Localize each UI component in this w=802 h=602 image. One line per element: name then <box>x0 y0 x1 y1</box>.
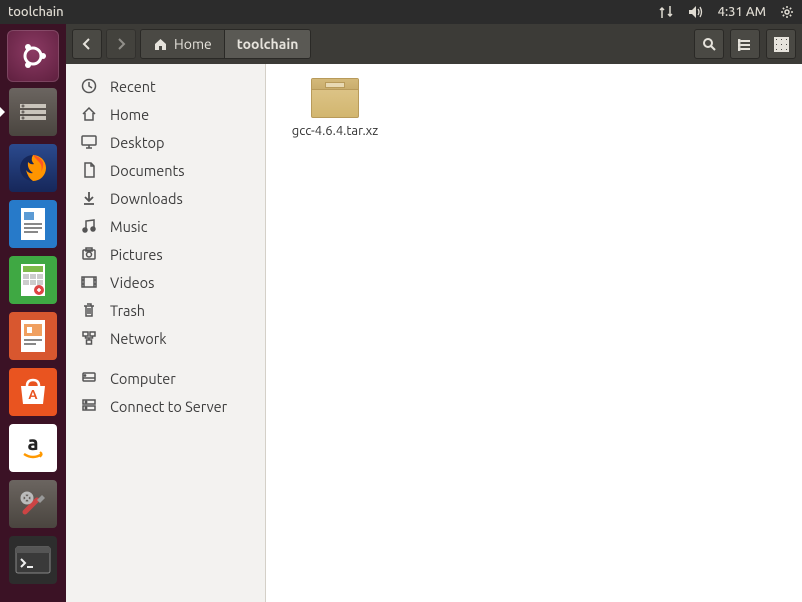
label: Trash <box>110 302 145 319</box>
network-icon <box>80 329 98 347</box>
sidebar-item-desktop[interactable]: Desktop <box>66 128 265 156</box>
gear-icon[interactable] <box>780 5 794 19</box>
launcher-software[interactable]: A <box>7 366 59 418</box>
window-title: toolchain <box>8 5 64 19</box>
archive-icon <box>311 78 359 118</box>
sidebar-item-music[interactable]: Music <box>66 212 265 240</box>
download-icon <box>80 189 98 207</box>
breadcrumb-home[interactable]: Home <box>141 30 225 58</box>
trash-icon <box>80 301 98 319</box>
sidebar-item-computer[interactable]: Computer <box>66 364 265 392</box>
label: Computer <box>110 370 176 387</box>
sidebar-item-pictures[interactable]: Pictures <box>66 240 265 268</box>
launcher-firefox[interactable] <box>7 142 59 194</box>
label: Music <box>110 218 147 235</box>
home-icon <box>80 105 98 123</box>
places-sidebar: Recent Home Desktop Documents Downloads … <box>66 64 266 602</box>
label: Downloads <box>110 190 183 207</box>
sidebar-item-trash[interactable]: Trash <box>66 296 265 324</box>
file-view[interactable]: gcc-4.6.4.tar.xz <box>266 64 802 602</box>
sidebar-item-videos[interactable]: Videos <box>66 268 265 296</box>
file-item[interactable]: gcc-4.6.4.tar.xz <box>280 78 390 138</box>
label: Home <box>110 106 149 123</box>
network-icon[interactable] <box>658 5 674 19</box>
breadcrumb: Home toolchain <box>140 29 311 59</box>
svg-text:A: A <box>28 388 38 402</box>
videos-icon <box>80 273 98 291</box>
launcher-terminal[interactable] <box>7 534 59 586</box>
launcher-impress[interactable] <box>7 310 59 362</box>
sidebar-item-network[interactable]: Network <box>66 324 265 352</box>
svg-text:a: a <box>27 431 38 454</box>
label: Network <box>110 330 167 347</box>
launcher-files[interactable] <box>7 86 59 138</box>
label: Recent <box>110 78 156 95</box>
sidebar-item-downloads[interactable]: Downloads <box>66 184 265 212</box>
sidebar-item-connect-server[interactable]: Connect to Server <box>66 392 265 420</box>
grid-view-button[interactable] <box>766 29 796 59</box>
pictures-icon <box>80 245 98 263</box>
sidebar-item-documents[interactable]: Documents <box>66 156 265 184</box>
search-button[interactable] <box>694 29 724 59</box>
label: Videos <box>110 274 154 291</box>
file-name: gcc-4.6.4.tar.xz <box>292 124 379 138</box>
sound-icon[interactable] <box>688 5 704 19</box>
sidebar-item-home[interactable]: Home <box>66 100 265 128</box>
desktop-icon <box>80 133 98 151</box>
server-icon <box>80 397 98 415</box>
clock-icon <box>80 77 98 95</box>
launcher-settings[interactable] <box>7 478 59 530</box>
indicator-area: 4:31 AM <box>658 5 794 19</box>
list-view-button[interactable] <box>730 29 760 59</box>
label: Connect to Server <box>110 398 227 415</box>
breadcrumb-home-label: Home <box>174 36 212 52</box>
breadcrumb-current-label: toolchain <box>237 36 299 52</box>
launcher-amazon[interactable]: a <box>7 422 59 474</box>
sidebar-item-recent[interactable]: Recent <box>66 72 265 100</box>
launcher-writer[interactable] <box>7 198 59 250</box>
home-icon <box>153 37 168 51</box>
music-icon <box>80 217 98 235</box>
computer-icon <box>80 369 98 387</box>
top-menubar: toolchain 4:31 AM <box>0 0 802 24</box>
documents-icon <box>80 161 98 179</box>
launcher-calc[interactable] <box>7 254 59 306</box>
breadcrumb-current[interactable]: toolchain <box>225 30 311 58</box>
launcher-dash[interactable] <box>7 30 59 82</box>
launcher: A a <box>0 24 66 602</box>
label: Pictures <box>110 246 163 263</box>
clock[interactable]: 4:31 AM <box>718 5 766 19</box>
label: Documents <box>110 162 185 179</box>
forward-button[interactable] <box>106 29 136 59</box>
nautilus-toolbar: Home toolchain <box>66 24 802 64</box>
back-button[interactable] <box>72 29 102 59</box>
label: Desktop <box>110 134 164 151</box>
